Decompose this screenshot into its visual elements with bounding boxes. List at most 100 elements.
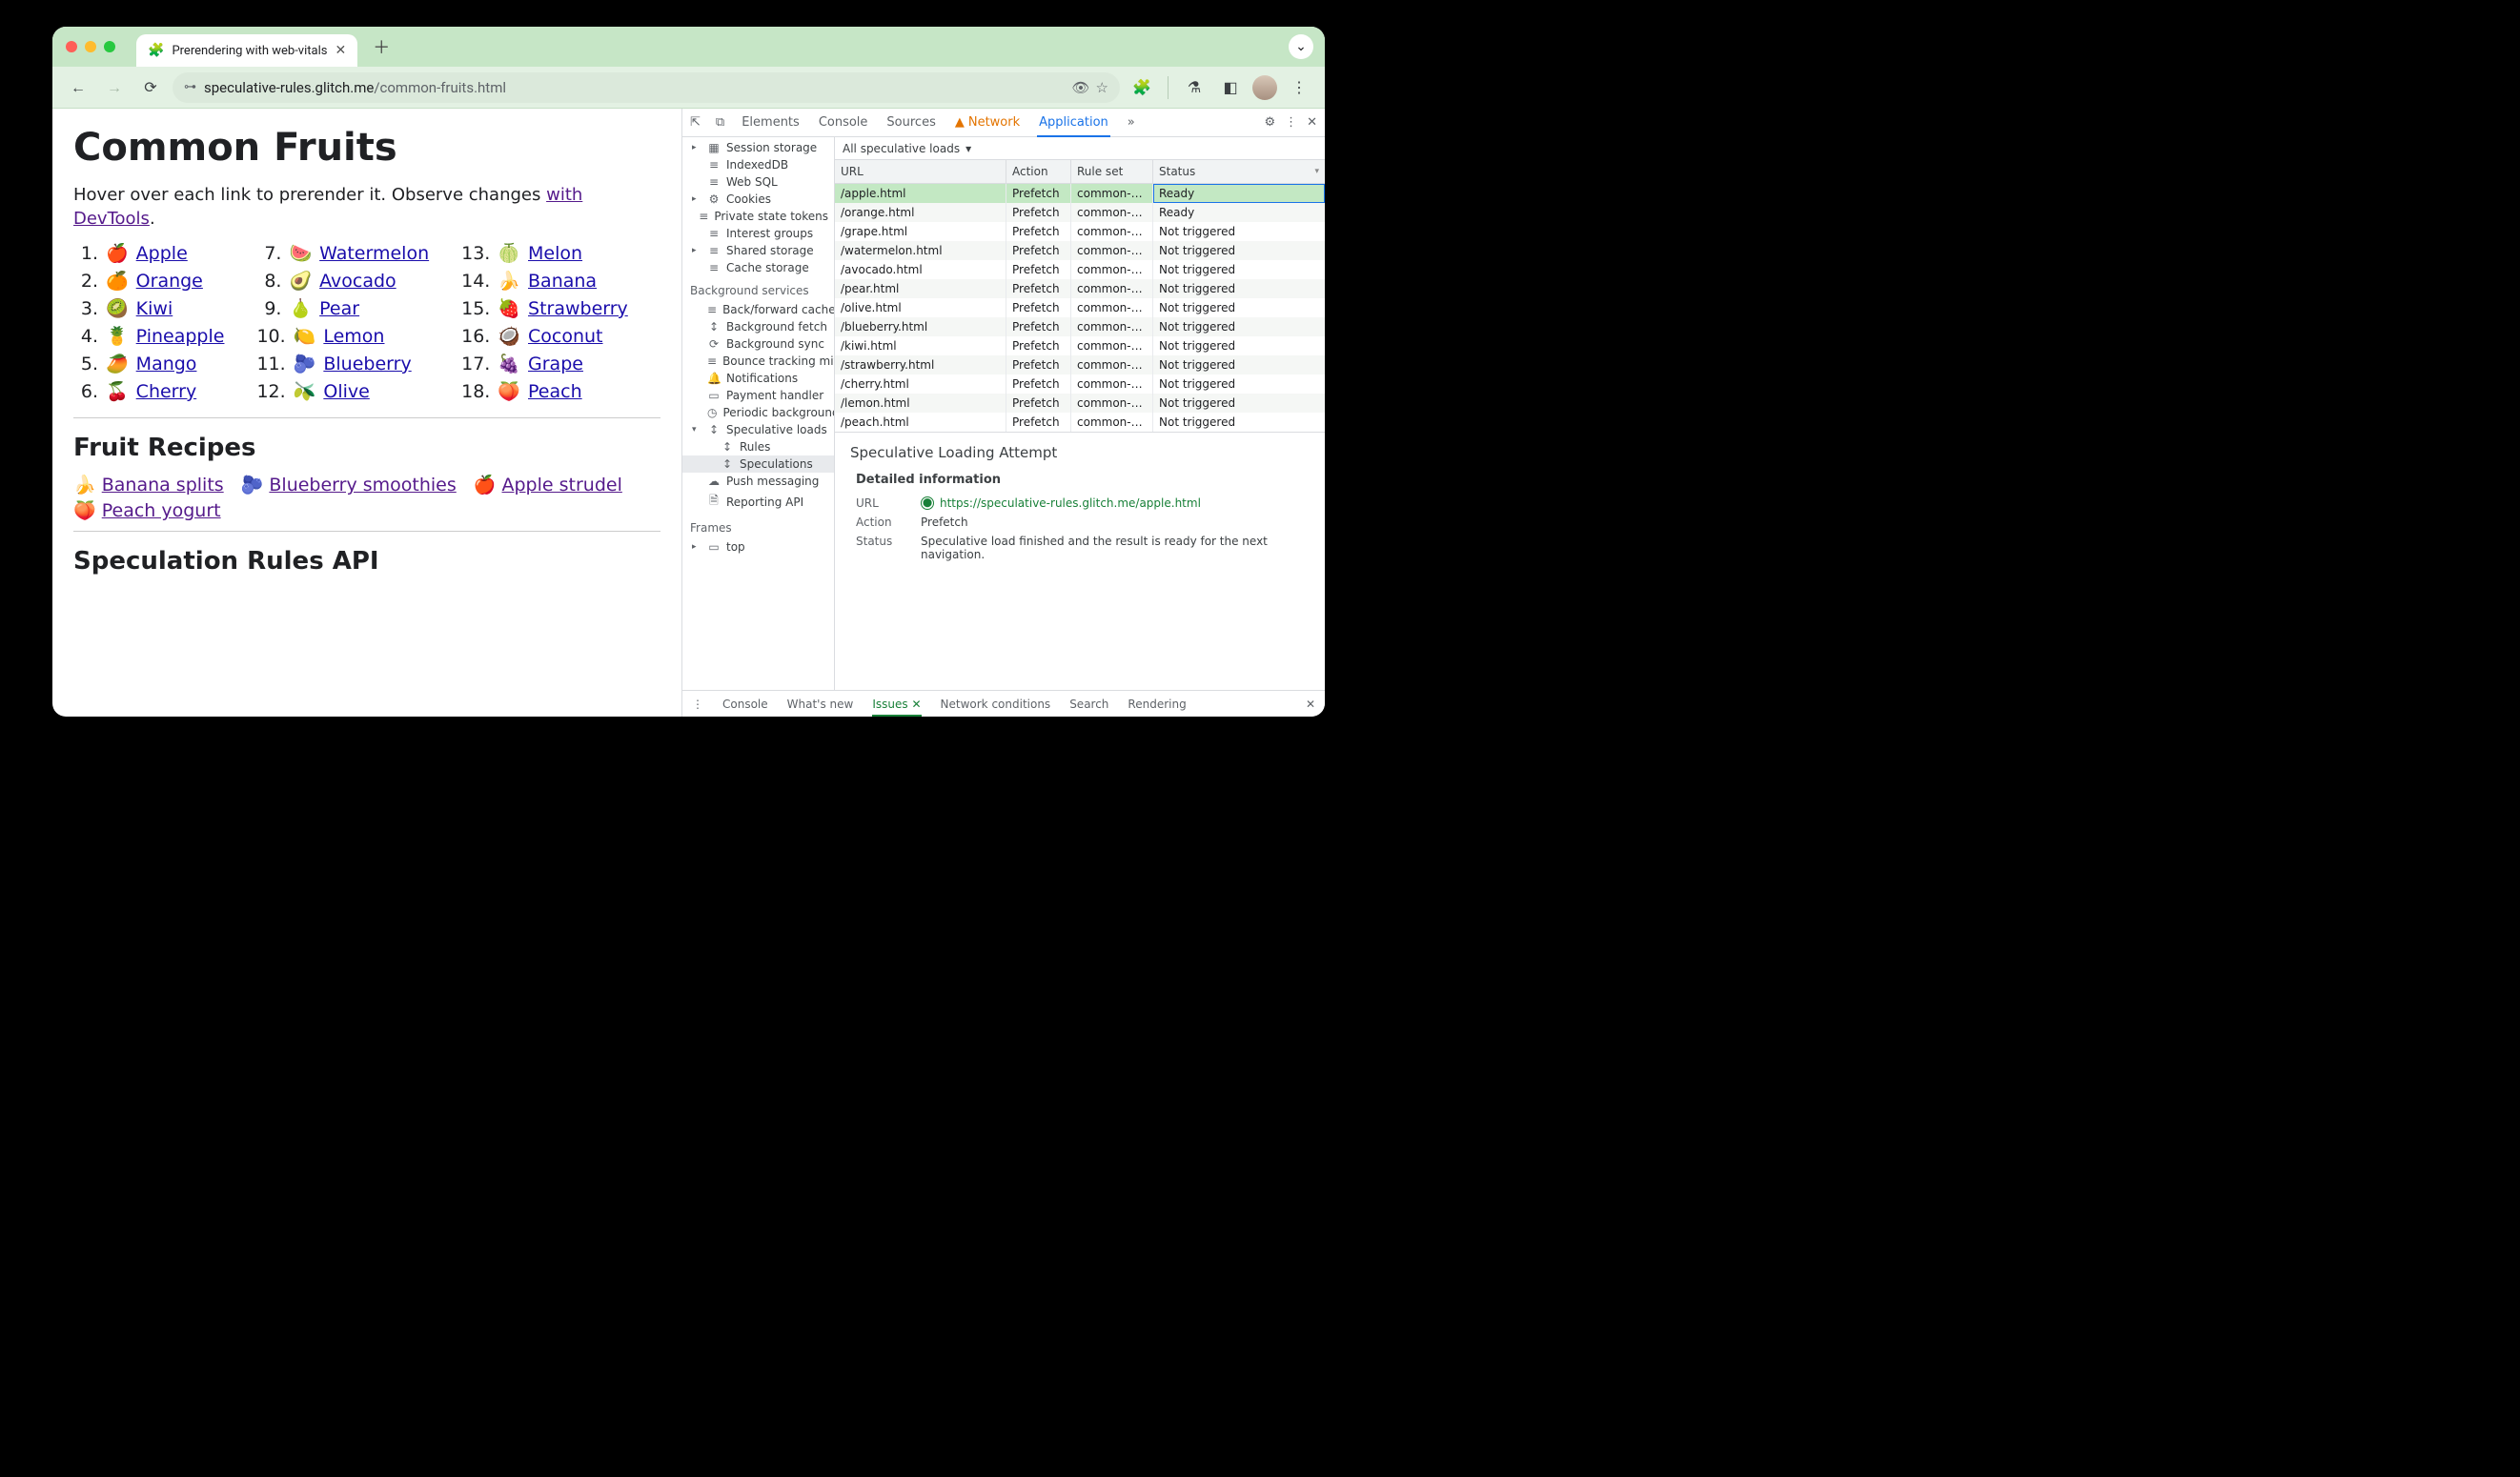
tab-console[interactable]: Console xyxy=(817,110,870,135)
drawer-search[interactable]: Search xyxy=(1069,698,1108,711)
detail-url-value[interactable]: ⬤ https://speculative-rules.glitch.me/ap… xyxy=(921,496,1310,510)
col-status[interactable]: Status▾ xyxy=(1153,160,1325,183)
fruit-link[interactable]: Coconut xyxy=(528,326,603,347)
back-button[interactable]: ← xyxy=(64,73,92,102)
table-row[interactable]: /olive.htmlPrefetchcommon-…Not triggered xyxy=(835,298,1325,317)
table-row[interactable]: /strawberry.htmlPrefetchcommon-…Not trig… xyxy=(835,355,1325,374)
tree-item-storage[interactable]: ≡Cache storage xyxy=(682,259,834,276)
table-row[interactable]: /avocado.htmlPrefetchcommon-…Not trigger… xyxy=(835,260,1325,279)
recipe-link[interactable]: Banana splits xyxy=(102,475,224,496)
fruit-link[interactable]: Mango xyxy=(136,354,197,374)
table-row[interactable]: /lemon.htmlPrefetchcommon-…Not triggered xyxy=(835,394,1325,413)
address-bar[interactable]: ⊶ speculative-rules.glitch.me/common-fru… xyxy=(173,72,1120,103)
settings-icon[interactable]: ⚙ xyxy=(1264,115,1275,130)
new-tab-button[interactable]: ＋ xyxy=(367,34,396,59)
close-icon[interactable]: ✕ xyxy=(911,698,921,711)
tree-item-storage[interactable]: ▸▦Session storage xyxy=(682,139,834,156)
table-row[interactable]: /watermelon.htmlPrefetchcommon-…Not trig… xyxy=(835,241,1325,260)
fruit-link[interactable]: Melon xyxy=(528,243,582,264)
recipe-link[interactable]: Apple strudel xyxy=(502,475,622,496)
table-row[interactable]: /grape.htmlPrefetchcommon-…Not triggered xyxy=(835,222,1325,241)
reload-button[interactable]: ⟳ xyxy=(136,73,165,102)
fruit-link[interactable]: Grape xyxy=(528,354,583,374)
fruit-link[interactable]: Blueberry xyxy=(323,354,411,374)
tree-item-frame-top[interactable]: ▸▭top xyxy=(682,538,834,556)
close-tab-icon[interactable]: ✕ xyxy=(335,43,346,58)
bookmark-star-icon[interactable]: ☆ xyxy=(1096,79,1108,96)
close-devtools-icon[interactable]: ✕ xyxy=(1307,115,1317,130)
tab-sources[interactable]: Sources xyxy=(884,110,937,135)
drawer-whatsnew[interactable]: What's new xyxy=(787,698,854,711)
table-row[interactable]: /apple.htmlPrefetchcommon-…Ready xyxy=(835,184,1325,203)
fruit-link[interactable]: Pear xyxy=(319,298,359,319)
tabs-more[interactable]: » xyxy=(1126,110,1137,135)
tree-item-bg[interactable]: ◷Periodic background sync xyxy=(682,404,834,421)
tree-item-speculative-loads[interactable]: ▾↕Speculative loads xyxy=(682,421,834,438)
fruit-link[interactable]: Olive xyxy=(323,381,369,402)
tree-item-storage[interactable]: ≡Interest groups xyxy=(682,225,834,242)
drawer-menu-icon[interactable]: ⋮ xyxy=(692,698,703,711)
fruit-link[interactable]: Avocado xyxy=(319,271,396,292)
table-row[interactable]: /blueberry.htmlPrefetchcommon-…Not trigg… xyxy=(835,317,1325,336)
fruit-link[interactable]: Banana xyxy=(528,271,597,292)
drawer-rendering[interactable]: Rendering xyxy=(1128,698,1186,711)
close-drawer-icon[interactable]: ✕ xyxy=(1306,698,1315,711)
close-window-icon[interactable] xyxy=(66,41,77,52)
profile-avatar[interactable] xyxy=(1252,75,1277,100)
tree-item-storage[interactable]: ▸⚙Cookies xyxy=(682,191,834,208)
tree-item-bg[interactable]: 🔔Notifications xyxy=(682,370,834,387)
extensions-button[interactable]: 🧩 xyxy=(1128,73,1156,102)
fruit-link[interactable]: Strawberry xyxy=(528,298,628,319)
kebab-menu-icon[interactable]: ⋮ xyxy=(1285,115,1297,130)
drawer-console[interactable]: Console xyxy=(722,698,768,711)
device-toggle-icon[interactable]: ⧉ xyxy=(716,115,724,130)
tree-item-storage[interactable]: ≡IndexedDB xyxy=(682,156,834,173)
tree-item-bg[interactable]: ⟳Background sync xyxy=(682,335,834,353)
col-url[interactable]: URL xyxy=(835,160,1006,183)
tree-item-bg[interactable]: ↕Background fetch xyxy=(682,318,834,335)
drawer-issues[interactable]: Issues ✕ xyxy=(872,698,921,717)
recipe-link[interactable]: Peach yogurt xyxy=(102,500,221,521)
fruit-link[interactable]: Watermelon xyxy=(319,243,429,264)
tree-item-storage[interactable]: ≡Private state tokens xyxy=(682,208,834,225)
site-info-icon[interactable]: ⊶ xyxy=(184,80,196,94)
table-row[interactable]: /cherry.htmlPrefetchcommon-…Not triggere… xyxy=(835,374,1325,394)
tree-item-bg[interactable]: ▭Payment handler xyxy=(682,387,834,404)
fruit-link[interactable]: Pineapple xyxy=(136,326,225,347)
tree-item-storage[interactable]: ▸≡Shared storage xyxy=(682,242,834,259)
drawer-network-conditions[interactable]: Network conditions xyxy=(941,698,1051,711)
fruit-link[interactable]: Lemon xyxy=(323,326,384,347)
table-row[interactable]: /pear.htmlPrefetchcommon-…Not triggered xyxy=(835,279,1325,298)
minimize-window-icon[interactable] xyxy=(85,41,96,52)
tree-item-storage[interactable]: ≡Web SQL xyxy=(682,173,834,191)
forward-button[interactable]: → xyxy=(100,73,129,102)
col-ruleset[interactable]: Rule set xyxy=(1071,160,1153,183)
recipe-link[interactable]: Blueberry smoothies xyxy=(269,475,456,496)
tree-item-bg[interactable]: ≡Bounce tracking mitigation xyxy=(682,353,834,370)
menu-button[interactable]: ⋮ xyxy=(1285,73,1313,102)
fruit-link[interactable]: Cherry xyxy=(136,381,197,402)
speculative-filter[interactable]: All speculative loads ▾ xyxy=(835,137,1325,160)
inspect-icon[interactable]: ⇱ xyxy=(690,115,701,130)
table-row[interactable]: /peach.htmlPrefetchcommon-…Not triggered xyxy=(835,413,1325,432)
eye-off-icon[interactable]: 👁 xyxy=(1072,79,1090,96)
col-action[interactable]: Action xyxy=(1006,160,1071,183)
browser-tab[interactable]: 🧩 Prerendering with web-vitals ✕ xyxy=(136,34,357,67)
fruit-link[interactable]: Orange xyxy=(136,271,203,292)
tab-application[interactable]: Application xyxy=(1037,110,1110,137)
fruit-link[interactable]: Kiwi xyxy=(136,298,173,319)
tab-elements[interactable]: Elements xyxy=(740,110,802,135)
table-row[interactable]: /kiwi.htmlPrefetchcommon-…Not triggered xyxy=(835,336,1325,355)
tree-item-bg[interactable]: ☁Push messaging xyxy=(682,473,834,490)
tree-item-bg[interactable]: 🗎Reporting API xyxy=(682,490,834,514)
tree-item-bg[interactable]: ≡Back/forward cache xyxy=(682,301,834,318)
tab-network[interactable]: ▲Network xyxy=(953,110,1022,135)
fruit-link[interactable]: Apple xyxy=(136,243,188,264)
table-row[interactable]: /orange.htmlPrefetchcommon-…Ready xyxy=(835,203,1325,222)
tree-item-rules[interactable]: ↕Rules xyxy=(682,438,834,455)
tree-item-speculations[interactable]: ↕Speculations xyxy=(682,455,834,473)
labs-icon[interactable]: ⚗ xyxy=(1180,73,1209,102)
fruit-link[interactable]: Peach xyxy=(528,381,582,402)
tab-overflow-button[interactable]: ⌄ xyxy=(1289,34,1313,59)
maximize-window-icon[interactable] xyxy=(104,41,115,52)
